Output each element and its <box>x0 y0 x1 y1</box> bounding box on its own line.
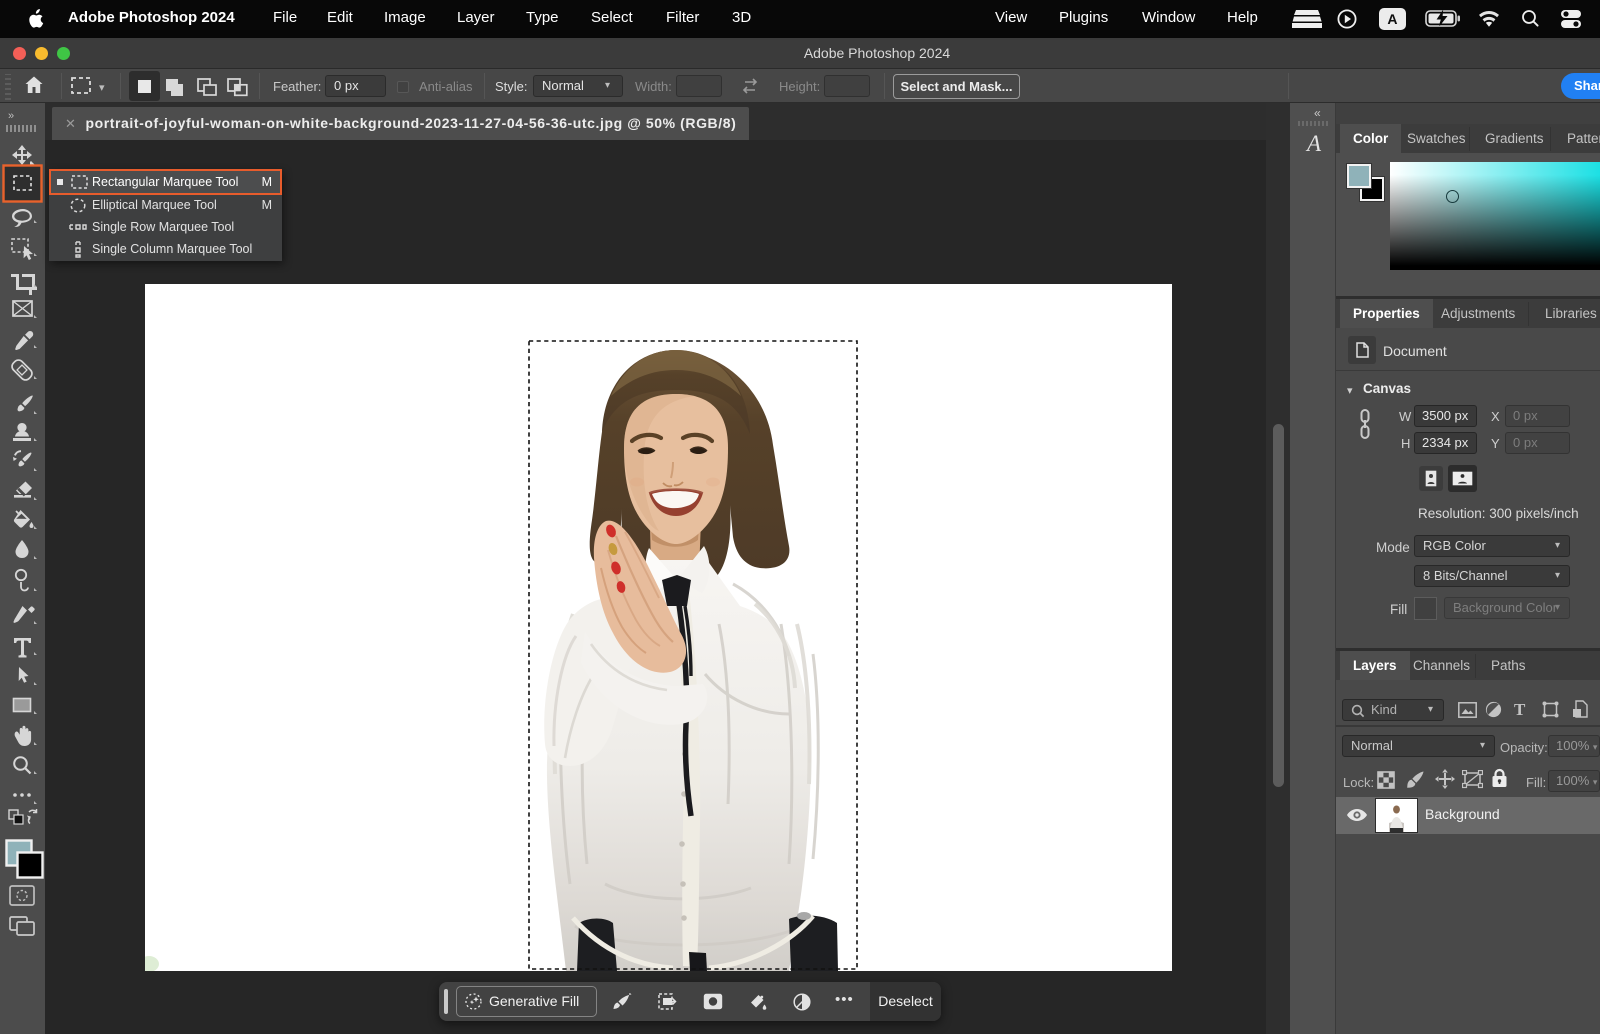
svg-text:»: » <box>8 110 14 122</box>
